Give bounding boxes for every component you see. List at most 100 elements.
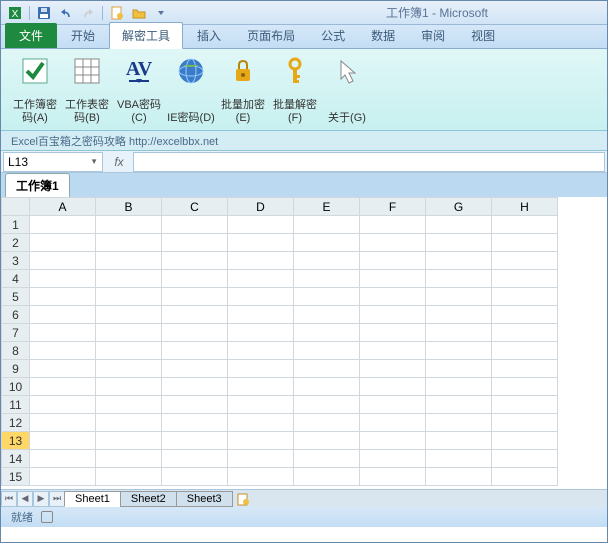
cell[interactable]: [96, 288, 162, 306]
cell[interactable]: [228, 432, 294, 450]
cell[interactable]: [30, 270, 96, 288]
cell[interactable]: [228, 288, 294, 306]
cell[interactable]: [426, 252, 492, 270]
ie-password-button[interactable]: IE密码(D): [165, 53, 217, 127]
cell[interactable]: [492, 360, 558, 378]
cell[interactable]: [426, 378, 492, 396]
cell[interactable]: [228, 396, 294, 414]
tab-decrypt-tool[interactable]: 解密工具: [109, 22, 183, 49]
cell[interactable]: [162, 378, 228, 396]
cell[interactable]: [492, 252, 558, 270]
sheet-tab-1[interactable]: Sheet1: [64, 491, 121, 507]
row-header[interactable]: 14: [2, 450, 30, 468]
cell[interactable]: [228, 216, 294, 234]
cell[interactable]: [426, 396, 492, 414]
sheet-nav-first-icon[interactable]: ⏮: [1, 491, 17, 507]
sheet-nav-prev-icon[interactable]: ◀: [17, 491, 33, 507]
column-header[interactable]: E: [294, 198, 360, 216]
cell[interactable]: [30, 360, 96, 378]
column-header[interactable]: F: [360, 198, 426, 216]
cell[interactable]: [294, 324, 360, 342]
cell[interactable]: [96, 432, 162, 450]
qat-dropdown-icon[interactable]: [151, 4, 171, 22]
cell[interactable]: [294, 252, 360, 270]
cell[interactable]: [30, 324, 96, 342]
cell[interactable]: [426, 270, 492, 288]
cell[interactable]: [294, 342, 360, 360]
row-header[interactable]: 6: [2, 306, 30, 324]
cell[interactable]: [96, 252, 162, 270]
cell[interactable]: [30, 396, 96, 414]
cell[interactable]: [426, 306, 492, 324]
tab-review[interactable]: 审阅: [409, 23, 457, 48]
cell[interactable]: [492, 234, 558, 252]
cell[interactable]: [360, 324, 426, 342]
cell[interactable]: [96, 342, 162, 360]
cell[interactable]: [96, 324, 162, 342]
cell[interactable]: [492, 450, 558, 468]
select-all-corner[interactable]: [2, 198, 30, 216]
tab-formulas[interactable]: 公式: [309, 23, 357, 48]
cell[interactable]: [294, 432, 360, 450]
cell[interactable]: [360, 216, 426, 234]
cell[interactable]: [426, 234, 492, 252]
cell[interactable]: [360, 270, 426, 288]
cell[interactable]: [294, 396, 360, 414]
workbook-password-button[interactable]: 工作簿密码(A): [9, 53, 61, 127]
cell[interactable]: [96, 468, 162, 486]
cell[interactable]: [96, 234, 162, 252]
cell[interactable]: [162, 396, 228, 414]
cell[interactable]: [492, 378, 558, 396]
cell[interactable]: [360, 252, 426, 270]
column-header[interactable]: D: [228, 198, 294, 216]
cell[interactable]: [30, 216, 96, 234]
column-header[interactable]: B: [96, 198, 162, 216]
cell[interactable]: [162, 306, 228, 324]
cell[interactable]: [228, 252, 294, 270]
cell[interactable]: [492, 432, 558, 450]
sheet-tab-2[interactable]: Sheet2: [120, 491, 177, 507]
sheet-tab-3[interactable]: Sheet3: [176, 491, 233, 507]
cell[interactable]: [96, 360, 162, 378]
cell[interactable]: [30, 432, 96, 450]
cell[interactable]: [96, 378, 162, 396]
row-header[interactable]: 1: [2, 216, 30, 234]
name-box[interactable]: L13 ▼: [3, 152, 103, 172]
cell[interactable]: [492, 288, 558, 306]
cell[interactable]: [294, 288, 360, 306]
macro-record-icon[interactable]: [41, 511, 53, 523]
cell[interactable]: [294, 360, 360, 378]
undo-icon[interactable]: [56, 4, 76, 22]
worksheet-password-button[interactable]: 工作表密码(B): [61, 53, 113, 127]
tab-file[interactable]: 文件: [5, 23, 57, 48]
cell[interactable]: [228, 450, 294, 468]
cell[interactable]: [162, 252, 228, 270]
cell[interactable]: [492, 324, 558, 342]
cell[interactable]: [228, 468, 294, 486]
cell[interactable]: [294, 270, 360, 288]
cell[interactable]: [426, 324, 492, 342]
cell[interactable]: [30, 234, 96, 252]
column-header[interactable]: A: [30, 198, 96, 216]
vba-password-button[interactable]: AV VBA密码(C): [113, 53, 165, 127]
cell[interactable]: [30, 306, 96, 324]
tab-view[interactable]: 视图: [459, 23, 507, 48]
cell[interactable]: [360, 360, 426, 378]
cell[interactable]: [228, 414, 294, 432]
cell[interactable]: [426, 288, 492, 306]
cell[interactable]: [162, 288, 228, 306]
open-icon[interactable]: [129, 4, 149, 22]
cell[interactable]: [162, 450, 228, 468]
cell[interactable]: [96, 414, 162, 432]
workbook-tab[interactable]: 工作簿1: [5, 173, 70, 197]
cell[interactable]: [228, 342, 294, 360]
cell[interactable]: [426, 414, 492, 432]
cell[interactable]: [492, 414, 558, 432]
cell[interactable]: [162, 216, 228, 234]
cell[interactable]: [162, 432, 228, 450]
new-file-icon[interactable]: [107, 4, 127, 22]
row-header[interactable]: 5: [2, 288, 30, 306]
row-header[interactable]: 2: [2, 234, 30, 252]
cell[interactable]: [294, 468, 360, 486]
new-sheet-icon[interactable]: [233, 492, 253, 506]
